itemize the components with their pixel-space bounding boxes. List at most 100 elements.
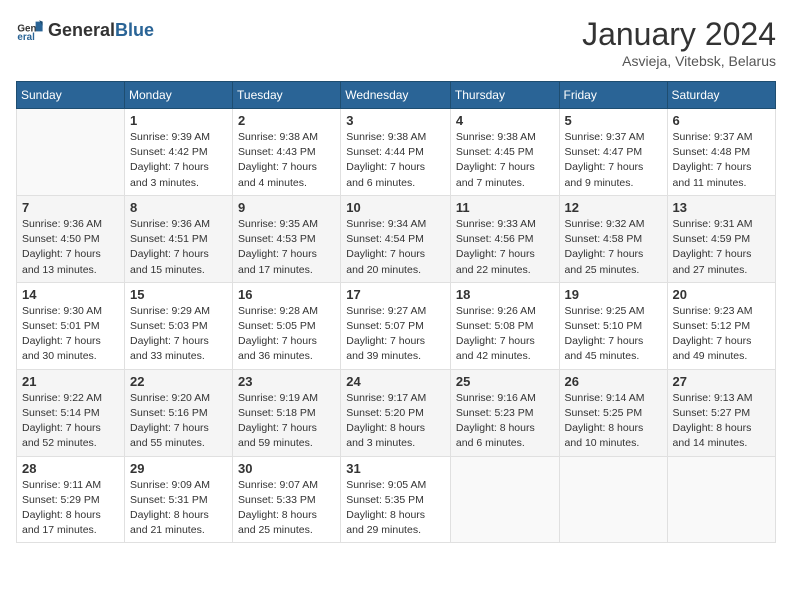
weekday-header-sunday: Sunday: [17, 82, 125, 109]
weekday-header-tuesday: Tuesday: [233, 82, 341, 109]
day-number: 23: [238, 374, 335, 389]
day-number: 22: [130, 374, 227, 389]
calendar-cell: 20Sunrise: 9:23 AMSunset: 5:12 PMDayligh…: [667, 282, 775, 369]
day-info: Sunrise: 9:29 AMSunset: 5:03 PMDaylight:…: [130, 304, 227, 365]
logo-text-general: General: [48, 20, 115, 40]
day-number: 16: [238, 287, 335, 302]
day-info: Sunrise: 9:05 AMSunset: 5:35 PMDaylight:…: [346, 478, 445, 539]
day-number: 10: [346, 200, 445, 215]
calendar-cell: 30 Sunrise: 9:07 AMSunset: 5:33 PMDayligh…: [233, 456, 341, 543]
calendar-cell: 26 Sunrise: 9:14 AMSunset: 5:25 PMDayligh…: [559, 369, 667, 456]
day-info: Sunrise: 9:23 AMSunset: 5:12 PMDaylight:…: [673, 304, 770, 365]
week-row-1: 1 Sunrise: 9:39 AMSunset: 4:42 PMDaylight…: [17, 109, 776, 196]
day-number: 15: [130, 287, 227, 302]
day-number: 1: [130, 113, 227, 128]
weekday-header-wednesday: Wednesday: [341, 82, 451, 109]
location: Asvieja, Vitebsk, Belarus: [582, 53, 776, 69]
calendar-cell: 24 Sunrise: 9:17 AMSunset: 5:20 PMDayligh…: [341, 369, 451, 456]
week-row-3: 14 Sunrise: 9:30 AMSunset: 5:01 PMDayligh…: [17, 282, 776, 369]
calendar-cell: 25Sunrise: 9:16 AMSunset: 5:23 PMDayligh…: [450, 369, 559, 456]
week-row-2: 7Sunrise: 9:36 AMSunset: 4:50 PMDaylight…: [17, 195, 776, 282]
day-number: 11: [456, 200, 554, 215]
day-number: 6: [673, 113, 770, 128]
page-header: Gen eral GeneralBlue January 2024 Asviej…: [16, 16, 776, 69]
day-info: Sunrise: 9:28 AMSunset: 5:05 PMDaylight:…: [238, 304, 335, 365]
day-info: Sunrise: 9:26 AMSunset: 5:08 PMDaylight:…: [456, 304, 554, 365]
calendar-cell: [667, 456, 775, 543]
day-info: Sunrise: 9:11 AMSunset: 5:29 PMDaylight:…: [22, 478, 119, 539]
svg-text:eral: eral: [17, 32, 35, 43]
title-block: January 2024 Asvieja, Vitebsk, Belarus: [582, 16, 776, 69]
day-info: Sunrise: 9:39 AMSunset: 4:42 PMDaylight:…: [130, 130, 227, 191]
calendar-cell: 22 Sunrise: 9:20 AMSunset: 5:16 PMDayligh…: [125, 369, 233, 456]
day-info: Sunrise: 9:07 AMSunset: 5:33 PMDaylight:…: [238, 478, 335, 539]
day-info: Sunrise: 9:33 AMSunset: 4:56 PMDaylight:…: [456, 217, 554, 278]
day-number: 24: [346, 374, 445, 389]
day-info: Sunrise: 9:37 AMSunset: 4:48 PMDaylight:…: [673, 130, 770, 191]
calendar-cell: 2 Sunrise: 9:38 AMSunset: 4:43 PMDaylight…: [233, 109, 341, 196]
calendar-cell: 28 Sunrise: 9:11 AMSunset: 5:29 PMDayligh…: [17, 456, 125, 543]
day-number: 5: [565, 113, 662, 128]
calendar-cell: 10 Sunrise: 9:34 AMSunset: 4:54 PMDayligh…: [341, 195, 451, 282]
day-number: 4: [456, 113, 554, 128]
day-number: 12: [565, 200, 662, 215]
day-info: Sunrise: 9:35 AMSunset: 4:53 PMDaylight:…: [238, 217, 335, 278]
day-info: Sunrise: 9:37 AMSunset: 4:47 PMDaylight:…: [565, 130, 662, 191]
calendar-cell: 27Sunrise: 9:13 AMSunset: 5:27 PMDayligh…: [667, 369, 775, 456]
calendar-cell: 4 Sunrise: 9:38 AMSunset: 4:45 PMDaylight…: [450, 109, 559, 196]
day-info: Sunrise: 9:25 AMSunset: 5:10 PMDaylight:…: [565, 304, 662, 365]
calendar-table: SundayMondayTuesdayWednesdayThursdayFrid…: [16, 81, 776, 543]
calendar-cell: 9 Sunrise: 9:35 AMSunset: 4:53 PMDaylight…: [233, 195, 341, 282]
calendar-cell: 8 Sunrise: 9:36 AMSunset: 4:51 PMDaylight…: [125, 195, 233, 282]
calendar-cell: 18Sunrise: 9:26 AMSunset: 5:08 PMDayligh…: [450, 282, 559, 369]
day-number: 7: [22, 200, 119, 215]
calendar-cell: 5 Sunrise: 9:37 AMSunset: 4:47 PMDaylight…: [559, 109, 667, 196]
week-row-5: 28 Sunrise: 9:11 AMSunset: 5:29 PMDayligh…: [17, 456, 776, 543]
weekday-header-thursday: Thursday: [450, 82, 559, 109]
logo-icon: Gen eral: [16, 16, 44, 44]
day-info: Sunrise: 9:14 AMSunset: 5:25 PMDaylight:…: [565, 391, 662, 452]
calendar-cell: 29Sunrise: 9:09 AMSunset: 5:31 PMDayligh…: [125, 456, 233, 543]
day-info: Sunrise: 9:30 AMSunset: 5:01 PMDaylight:…: [22, 304, 119, 365]
week-row-4: 21Sunrise: 9:22 AMSunset: 5:14 PMDayligh…: [17, 369, 776, 456]
calendar-cell: 12Sunrise: 9:32 AMSunset: 4:58 PMDayligh…: [559, 195, 667, 282]
day-number: 30: [238, 461, 335, 476]
calendar-cell: 7Sunrise: 9:36 AMSunset: 4:50 PMDaylight…: [17, 195, 125, 282]
day-info: Sunrise: 9:09 AMSunset: 5:31 PMDaylight:…: [130, 478, 227, 539]
day-number: 26: [565, 374, 662, 389]
calendar-cell: [450, 456, 559, 543]
day-number: 3: [346, 113, 445, 128]
calendar-cell: 19 Sunrise: 9:25 AMSunset: 5:10 PMDayligh…: [559, 282, 667, 369]
day-info: Sunrise: 9:38 AMSunset: 4:45 PMDaylight:…: [456, 130, 554, 191]
logo: Gen eral GeneralBlue: [16, 16, 154, 44]
day-number: 28: [22, 461, 119, 476]
calendar-cell: 21Sunrise: 9:22 AMSunset: 5:14 PMDayligh…: [17, 369, 125, 456]
weekday-header-saturday: Saturday: [667, 82, 775, 109]
day-number: 31: [346, 461, 445, 476]
calendar-cell: 3 Sunrise: 9:38 AMSunset: 4:44 PMDaylight…: [341, 109, 451, 196]
day-info: Sunrise: 9:34 AMSunset: 4:54 PMDaylight:…: [346, 217, 445, 278]
calendar-cell: 1 Sunrise: 9:39 AMSunset: 4:42 PMDaylight…: [125, 109, 233, 196]
day-info: Sunrise: 9:20 AMSunset: 5:16 PMDaylight:…: [130, 391, 227, 452]
calendar-cell: 17Sunrise: 9:27 AMSunset: 5:07 PMDayligh…: [341, 282, 451, 369]
day-number: 19: [565, 287, 662, 302]
day-number: 9: [238, 200, 335, 215]
day-number: 14: [22, 287, 119, 302]
calendar-cell: 15 Sunrise: 9:29 AMSunset: 5:03 PMDayligh…: [125, 282, 233, 369]
calendar-cell: [559, 456, 667, 543]
day-info: Sunrise: 9:38 AMSunset: 4:43 PMDaylight:…: [238, 130, 335, 191]
day-info: Sunrise: 9:17 AMSunset: 5:20 PMDaylight:…: [346, 391, 445, 452]
weekday-header-monday: Monday: [125, 82, 233, 109]
calendar-cell: 6 Sunrise: 9:37 AMSunset: 4:48 PMDaylight…: [667, 109, 775, 196]
day-info: Sunrise: 9:19 AMSunset: 5:18 PMDaylight:…: [238, 391, 335, 452]
day-info: Sunrise: 9:36 AMSunset: 4:51 PMDaylight:…: [130, 217, 227, 278]
calendar-cell: 13Sunrise: 9:31 AMSunset: 4:59 PMDayligh…: [667, 195, 775, 282]
day-number: 2: [238, 113, 335, 128]
day-number: 8: [130, 200, 227, 215]
day-number: 27: [673, 374, 770, 389]
calendar-cell: 11 Sunrise: 9:33 AMSunset: 4:56 PMDayligh…: [450, 195, 559, 282]
day-info: Sunrise: 9:22 AMSunset: 5:14 PMDaylight:…: [22, 391, 119, 452]
calendar-cell: [17, 109, 125, 196]
day-info: Sunrise: 9:38 AMSunset: 4:44 PMDaylight:…: [346, 130, 445, 191]
day-info: Sunrise: 9:27 AMSunset: 5:07 PMDaylight:…: [346, 304, 445, 365]
